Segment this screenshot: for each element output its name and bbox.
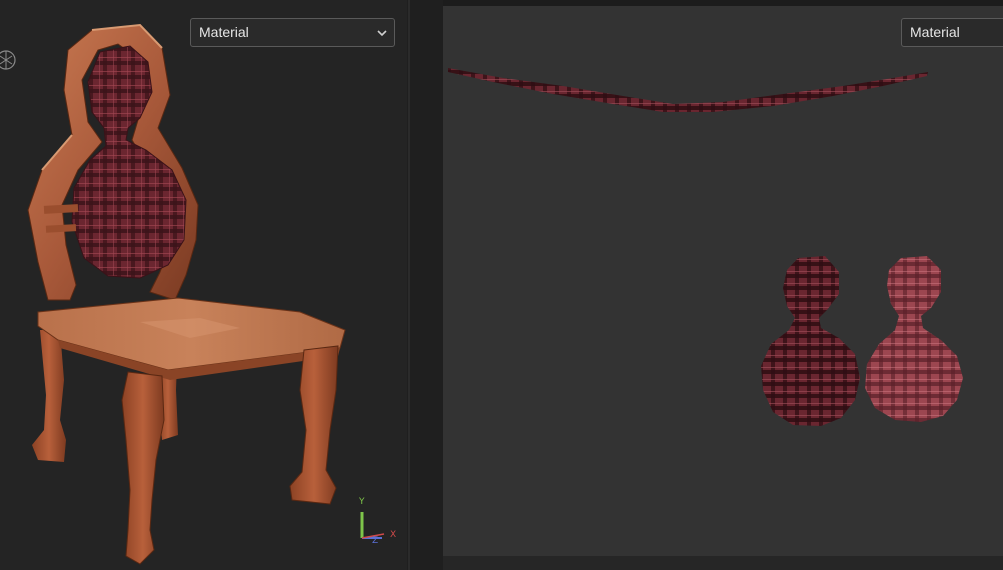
navigation-gizmo-icon[interactable]: [0, 46, 16, 74]
uv-viewport[interactable]: [443, 6, 1003, 556]
axis-x-label: X: [390, 530, 397, 540]
uv-cushion-island-dark: [761, 256, 860, 426]
panel-splitter[interactable]: [407, 0, 443, 570]
front-leg-left: [121, 371, 165, 565]
bottom-status-strip: [443, 556, 1003, 570]
shading-dropdown-value-2d: Material: [910, 24, 960, 40]
3d-viewport[interactable]: Material Y X Z: [0, 0, 407, 570]
viewport-3d-shading-dropdown[interactable]: Material: [190, 18, 395, 47]
axis-y-label: Y: [359, 497, 365, 507]
chevron-down-icon: [377, 30, 387, 37]
axis-gizmo: Y X Z: [352, 494, 402, 546]
uv-islands: [448, 68, 963, 426]
uv-cushion-island-light: [865, 256, 963, 422]
rear-leg-left: [32, 330, 66, 462]
viewport-2d-shading-dropdown[interactable]: Material: [901, 18, 1003, 47]
uv-strip-island: [448, 68, 928, 112]
front-leg-right: [289, 345, 339, 505]
chair-model: [27, 23, 346, 565]
axis-z-label: Z: [372, 536, 379, 546]
shading-dropdown-value: Material: [199, 24, 249, 40]
